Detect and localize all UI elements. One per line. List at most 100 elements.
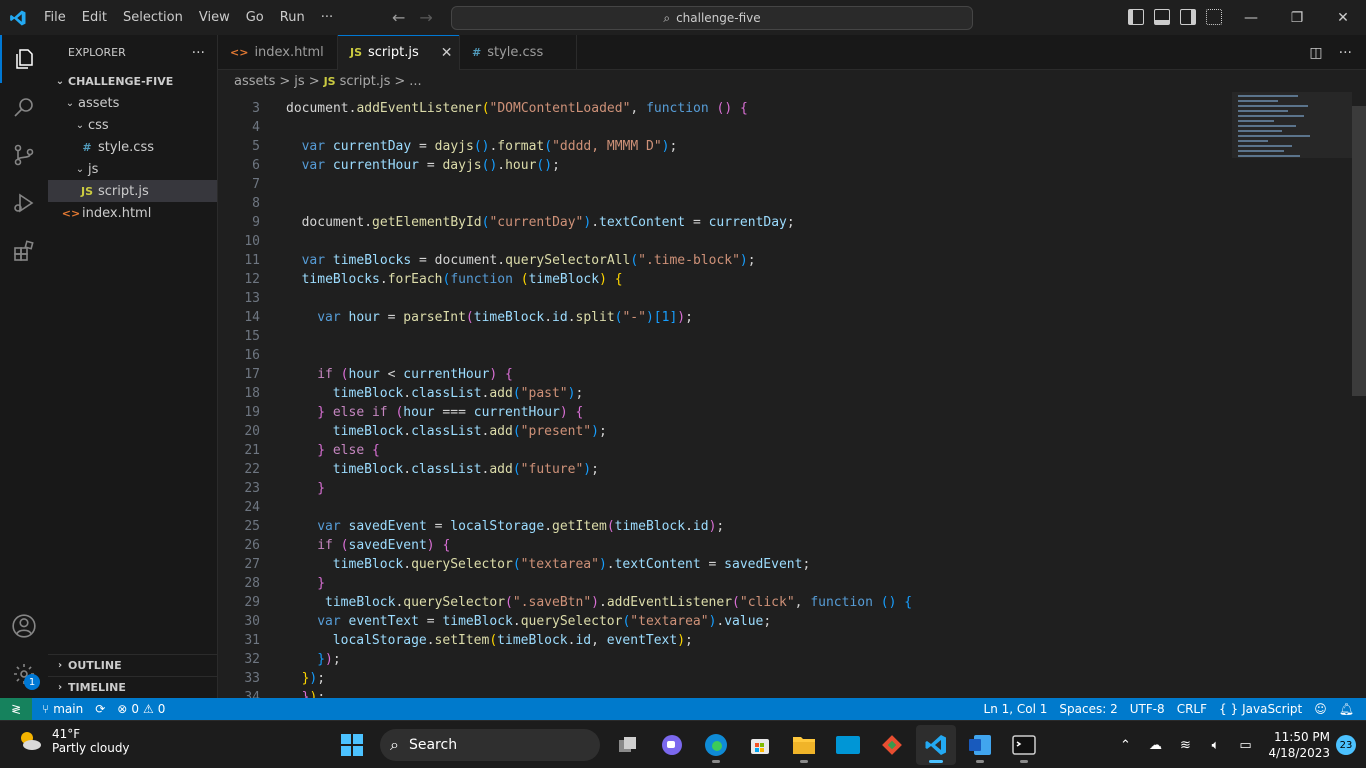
code-token: id (692, 519, 709, 534)
battery-icon[interactable]: ▭ (1233, 738, 1257, 753)
task-view-icon[interactable] (608, 725, 648, 765)
back-arrow-icon[interactable]: ← (392, 8, 405, 27)
accounts-icon[interactable] (0, 602, 48, 650)
minimize-button[interactable]: — (1228, 0, 1274, 35)
vscode-taskbar-icon[interactable] (916, 725, 956, 765)
clock[interactable]: 11:50 PM 4/18/2023 (1268, 729, 1330, 761)
menu-item[interactable]: View (191, 0, 238, 35)
menu-item[interactable]: Go (238, 0, 272, 35)
outline-section[interactable]: › OUTLINE (48, 654, 218, 676)
tab-script-js[interactable]: JS script.js ✕ (338, 35, 460, 70)
tree-item-style-css[interactable]: # style.css (48, 136, 217, 158)
extensions-icon[interactable] (0, 227, 48, 275)
start-button[interactable] (332, 725, 372, 765)
window-controls: — ❐ ✕ (1228, 0, 1366, 35)
menu-item[interactable]: Selection (115, 0, 191, 35)
more-actions-icon[interactable]: ··· (1339, 45, 1352, 61)
tree-item-css[interactable]: ⌄ css (48, 114, 217, 136)
myhp-icon[interactable] (828, 725, 868, 765)
tree-root-folder[interactable]: ⌄ CHALLENGE-FIVE (48, 70, 217, 92)
explorer-icon[interactable] (0, 35, 48, 83)
tab-index-html[interactable]: <> index.html (218, 35, 338, 70)
chevron-up-icon[interactable]: ⌃ (1113, 738, 1137, 753)
tree-item-index-html[interactable]: <> index.html (48, 202, 217, 224)
sync-icon[interactable]: ⟳ (89, 702, 111, 716)
file-explorer-icon[interactable] (784, 725, 824, 765)
chevron-down-icon: ⌄ (75, 119, 85, 131)
code-token: { (614, 272, 623, 287)
timeline-section[interactable]: › TIMELINE (48, 676, 218, 698)
code-text: timeBlock.querySelector(".saveBtn").addE… (286, 593, 912, 612)
chat-icon[interactable] (652, 725, 692, 765)
source-control-icon[interactable] (0, 131, 48, 179)
menu-item[interactable]: Run (272, 0, 313, 35)
language-mode[interactable]: { } JavaScript (1213, 702, 1308, 716)
menu-item[interactable]: ··· (313, 0, 341, 35)
line-number: 32 (244, 652, 260, 667)
tree-item-assets[interactable]: ⌄ assets (48, 92, 217, 114)
word-icon[interactable] (960, 725, 1000, 765)
menu-item[interactable]: Edit (74, 0, 115, 35)
feedback-icon[interactable]: ☺ (1308, 702, 1333, 716)
code-token: dayjs (434, 139, 474, 154)
terminal-icon[interactable] (1004, 725, 1044, 765)
tree-item-label: index.html (82, 205, 152, 221)
taskbar-search[interactable]: ⌕ Search (380, 729, 600, 761)
split-editor-icon[interactable]: ◫ (1309, 45, 1322, 61)
encoding[interactable]: UTF-8 (1124, 702, 1171, 716)
breadcrumb-item[interactable]: js (294, 74, 304, 89)
line-ending[interactable]: CRLF (1171, 702, 1213, 716)
close-tab-icon[interactable]: ✕ (441, 45, 453, 61)
wifi-icon[interactable]: ≋ (1173, 738, 1197, 753)
indentation[interactable]: Spaces: 2 (1053, 702, 1123, 716)
tab-style-css[interactable]: # style.css (460, 35, 577, 70)
code-token: "click" (739, 595, 795, 610)
breadcrumb-item[interactable]: assets (234, 74, 275, 89)
notification-count-badge[interactable]: 23 (1336, 735, 1356, 755)
toggle-secondary-sidebar-icon[interactable] (1180, 9, 1196, 25)
toggle-panel-icon[interactable] (1154, 9, 1170, 25)
settings-gear-icon[interactable]: 1 (0, 650, 48, 698)
more-actions-icon[interactable]: ··· (192, 45, 205, 61)
weather-widget[interactable]: 41°F Partly cloudy (16, 727, 130, 755)
forward-arrow-icon[interactable]: → (419, 8, 432, 27)
code-token: getItem (552, 519, 607, 534)
breadcrumb-item[interactable]: ... (409, 74, 421, 89)
minimap[interactable] (1232, 92, 1352, 158)
line-number: 21 (244, 443, 260, 458)
notifications-bell-icon[interactable]: 🔔︎ (1333, 702, 1360, 716)
line-number: 11 (244, 253, 260, 268)
branch-indicator[interactable]: ⑂ main (36, 702, 89, 716)
volume-icon[interactable]: 🔈︎ (1203, 738, 1227, 753)
menu-item[interactable]: File (36, 0, 74, 35)
remote-indicator-icon[interactable]: ≷ (0, 698, 32, 720)
tree-item-js[interactable]: ⌄ js (48, 158, 217, 180)
restore-button[interactable]: ❐ (1274, 0, 1320, 35)
error-icon: ⊗ (117, 702, 128, 716)
search-icon[interactable] (0, 83, 48, 131)
command-center[interactable]: ⌕ challenge-five (451, 6, 973, 30)
temperature: 41°F (52, 727, 81, 741)
cursor-position[interactable]: Ln 1, Col 1 (978, 702, 1054, 716)
code-editor[interactable]: 3 document.addEventListener("DOMContentLo… (218, 92, 1366, 698)
search-label: Search (408, 737, 458, 753)
customize-layout-icon[interactable] (1206, 9, 1222, 25)
breadcrumb-item[interactable]: script.js (340, 74, 391, 89)
git-app-icon[interactable] (872, 725, 912, 765)
problems-indicator[interactable]: ⊗ 0 ⚠ 0 (111, 702, 171, 716)
scrollbar-thumb[interactable] (1352, 106, 1366, 396)
chevron-down-icon: ⌄ (55, 75, 65, 87)
code-token: id (552, 310, 568, 325)
toggle-sidebar-icon[interactable] (1128, 9, 1144, 25)
code-token: = (411, 139, 435, 154)
run-debug-icon[interactable] (0, 179, 48, 227)
edge-browser-icon[interactable] (696, 725, 736, 765)
close-window-button[interactable]: ✕ (1320, 0, 1366, 35)
tree-item-script-js[interactable]: JS script.js (48, 180, 217, 202)
code-token: ; (786, 215, 795, 230)
microsoft-store-icon[interactable] (740, 725, 780, 765)
editor-scrollbar[interactable] (1352, 92, 1366, 698)
onedrive-cloud-icon[interactable]: ☁ (1143, 738, 1167, 753)
